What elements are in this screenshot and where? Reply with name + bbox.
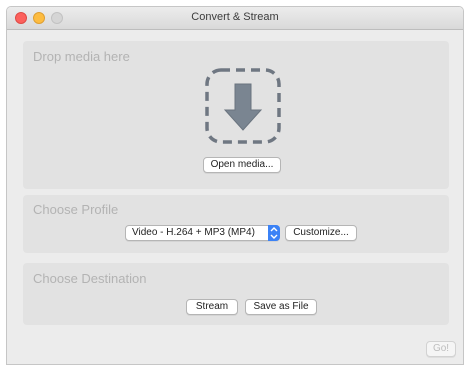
- chevron-updown-icon[interactable]: [268, 225, 280, 241]
- choose-destination-panel: Choose Destination Stream Save as File: [23, 263, 449, 325]
- down-arrow-shape: [223, 83, 263, 131]
- profile-select-value: Video - H.264 + MP3 (MP4): [132, 227, 255, 238]
- convert-stream-window: Convert & Stream Drop media here Open me…: [6, 6, 464, 365]
- choose-profile-label: Choose Profile: [33, 202, 119, 217]
- download-arrow-icon[interactable]: [205, 68, 281, 144]
- choose-destination-label: Choose Destination: [33, 271, 147, 286]
- profile-select[interactable]: Video - H.264 + MP3 (MP4): [125, 225, 280, 241]
- stream-button[interactable]: Stream: [186, 299, 238, 315]
- go-button[interactable]: Go!: [426, 341, 456, 357]
- choose-profile-panel: Choose Profile Video - H.264 + MP3 (MP4)…: [23, 195, 449, 253]
- drop-media-panel[interactable]: Drop media here Open media...: [23, 41, 449, 189]
- window-title: Convert & Stream: [191, 11, 279, 23]
- customize-button[interactable]: Customize...: [285, 225, 357, 241]
- save-as-file-button[interactable]: Save as File: [245, 299, 317, 315]
- open-media-button[interactable]: Open media...: [203, 157, 281, 173]
- drop-media-label: Drop media here: [33, 49, 130, 64]
- title-bar[interactable]: Convert & Stream: [7, 7, 463, 30]
